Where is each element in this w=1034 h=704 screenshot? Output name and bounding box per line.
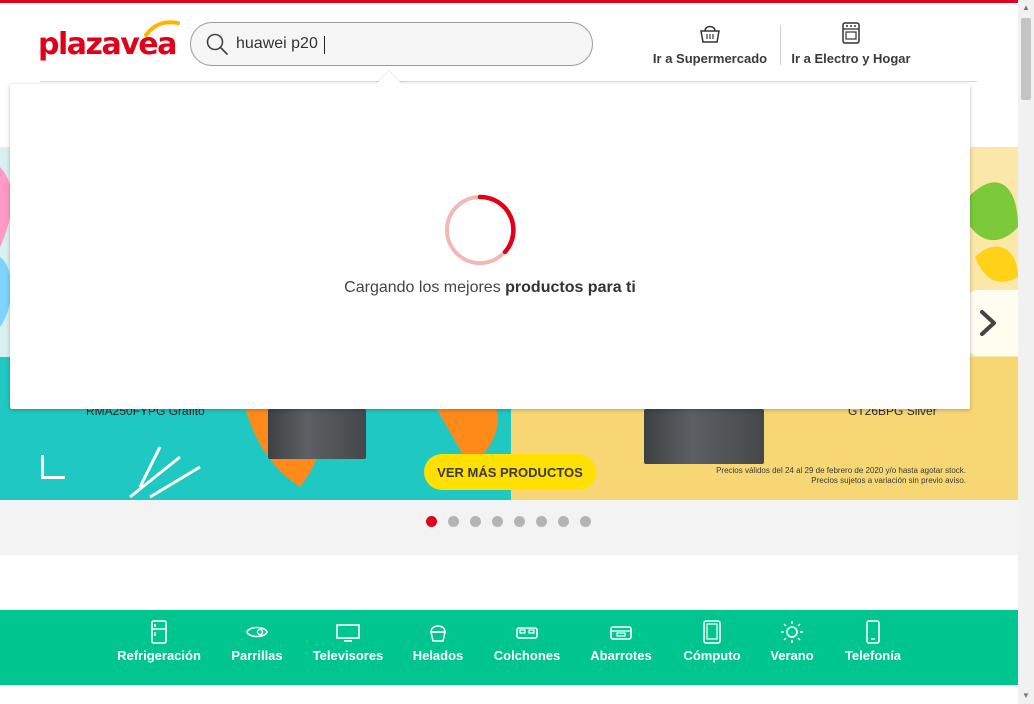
groceries-icon [610,626,632,640]
category-abarrotes[interactable]: Abarrotes [588,620,654,663]
nav-divider [780,25,781,65]
category-label: Cómputo [683,648,741,663]
carousel-dot-7[interactable] [558,516,569,527]
search-results-dropdown: Cargando los mejores productos para ti [10,84,970,409]
carousel-dot-2[interactable] [448,516,459,527]
nav-supermercado-link[interactable]: Ir a Supermercado [652,21,768,66]
fridge-icon [151,620,167,644]
fridge-right-image [644,409,764,464]
loading-text-bold: productos para ti [505,279,636,296]
header: plazavea Ir a Supermercado Ir a Ele [0,3,1018,83]
grill-icon [246,626,268,638]
scroll-up-arrow-icon[interactable]: ▲ [1018,0,1034,16]
chevron-right-icon [980,310,996,336]
carousel-dot-5[interactable] [514,516,525,527]
category-label: Colchones [493,648,561,663]
category-bar: Refrigeración Parrillas Televisores Hela… [0,610,1018,685]
hero-corner-mark [41,455,65,479]
header-divider [40,81,977,82]
carousel-dot-1[interactable] [426,516,437,527]
ver-mas-productos-button[interactable]: VER MÁS PRODUCTOS [424,454,596,490]
search-icon[interactable] [205,32,229,56]
scroll-thumb[interactable] [1021,18,1031,100]
nav-electro-hogar-link[interactable]: Ir a Electro y Hogar [791,21,911,66]
stove-icon [842,22,860,44]
category-parrillas[interactable]: Parrillas [228,620,286,663]
nav-supermercado-label: Ir a Supermercado [652,51,768,66]
logo-swoosh-icon [144,20,180,37]
carousel-dot-3[interactable] [470,516,481,527]
tv-icon [336,624,360,642]
search-input[interactable] [236,31,576,57]
tablet-icon [703,620,721,644]
carousel-next-button[interactable] [968,290,1018,356]
loading-spinner-icon [445,194,516,265]
phone-icon [866,620,880,644]
scroll-down-arrow-icon[interactable]: ▼ [1018,688,1034,704]
sun-icon [781,621,803,643]
fridge-left-image [268,409,366,459]
category-label: Verano [770,648,814,663]
category-computo[interactable]: Cómputo [682,620,742,663]
ice-cream-icon [430,625,446,642]
loading-message: Cargando los mejores productos para ti [10,279,970,297]
basket-icon [700,25,720,43]
category-colchones[interactable]: Colchones [492,620,562,663]
hero-legal-text: Precios válidos del 24 al 29 de febrero … [660,466,966,486]
category-refrigeracion[interactable]: Refrigeración [116,620,202,663]
search-box[interactable] [190,22,593,66]
text-caret [324,36,325,54]
category-verano[interactable]: Verano [768,620,816,663]
category-label: Refrigeración [117,648,201,663]
bed-icon [516,627,538,639]
category-label: Telefonía [844,648,902,663]
loading-text-regular: Cargando los mejores [344,279,506,296]
nav-electro-hogar-label: Ir a Electro y Hogar [791,51,911,66]
carousel-dot-6[interactable] [536,516,547,527]
plazavea-logo[interactable]: plazavea [38,17,180,67]
category-helados[interactable]: Helados [410,620,466,663]
legal-line-2: Precios sujetos a variación sin previo a… [811,476,966,485]
category-label: Abarrotes [590,648,652,663]
carousel-dot-4[interactable] [492,516,503,527]
category-label: Parrillas [231,648,283,663]
category-label: Televisores [312,648,384,663]
category-label: Helados [412,648,464,663]
category-telefonia[interactable]: Telefonía [842,620,904,663]
carousel-dot-8[interactable] [580,516,591,527]
page-scrollbar[interactable]: ▲ ▼ [1018,0,1034,704]
category-televisores[interactable]: Televisores [312,620,384,663]
legal-line-1: Precios válidos del 24 al 29 de febrero … [716,466,966,475]
carousel-dots-bar [0,500,1018,555]
